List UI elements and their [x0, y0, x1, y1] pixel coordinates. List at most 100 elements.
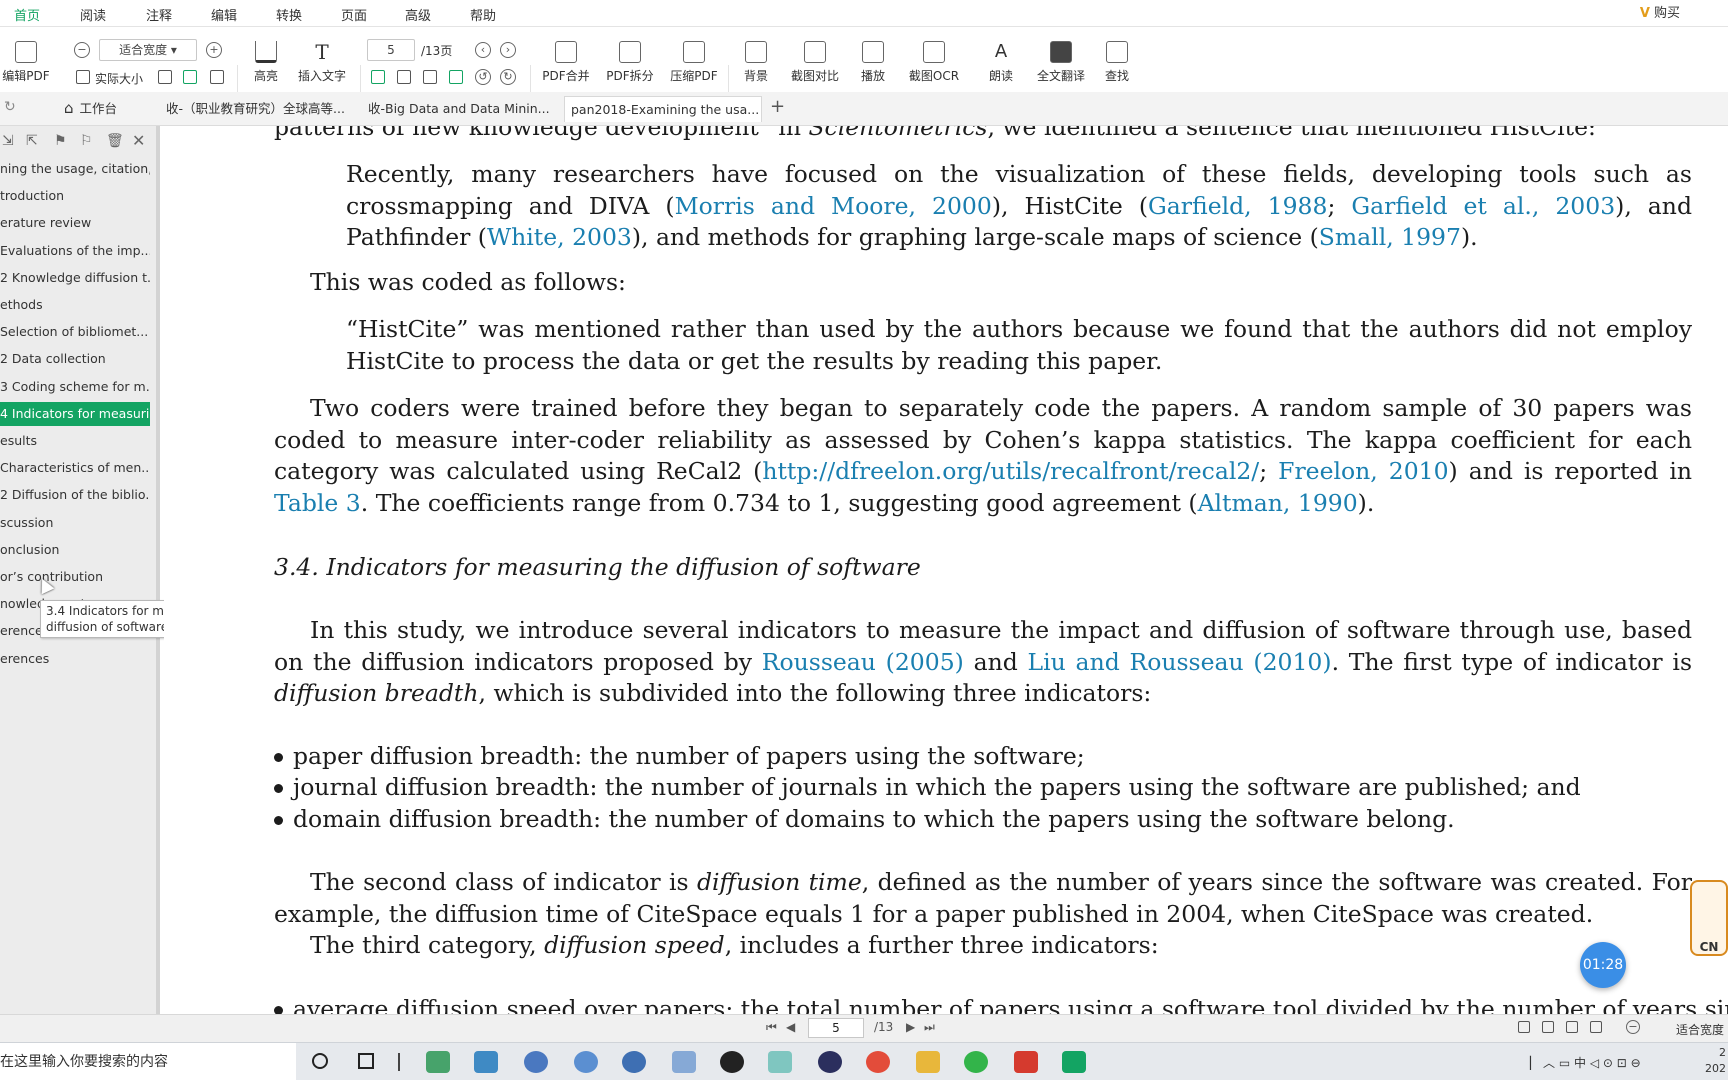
zoom-mode-select[interactable]: 适合宽度 ▾ [99, 39, 197, 61]
refresh-icon[interactable]: ↻ [4, 99, 16, 115]
play-button[interactable]: 播放 [856, 41, 890, 84]
tab-workbench[interactable]: ⌂ 工作台 [58, 96, 158, 122]
outline-item[interactable]: 2 Data collection [0, 347, 150, 371]
outline-item[interactable]: esults [0, 429, 150, 453]
cortana-icon[interactable] [312, 1053, 328, 1069]
compress-pdf-button[interactable]: 压缩PDF [668, 41, 720, 84]
wps-icon[interactable] [1014, 1051, 1038, 1073]
next-page-icon[interactable]: › [500, 42, 516, 58]
book-view-icon[interactable] [1590, 1021, 1602, 1033]
new-tab-icon[interactable]: + [770, 96, 785, 117]
insert-text-button[interactable]: T 插入文字 [296, 41, 348, 84]
scroll-icon[interactable] [449, 70, 463, 84]
recording-timer[interactable]: 01:28 [1580, 942, 1626, 988]
rotate-left-icon[interactable]: ↺ [475, 69, 491, 85]
collapse-icon[interactable]: ⇱ [26, 133, 38, 149]
citation-link[interactable]: Small, 1997 [1319, 223, 1461, 251]
pdf-merge-button[interactable]: PDF合并 [540, 41, 592, 84]
outline-item[interactable]: ethods [0, 293, 150, 317]
menu-advanced[interactable]: 高级 [405, 5, 431, 24]
menu-annotate[interactable]: 注释 [146, 5, 172, 24]
eclipse-icon[interactable] [818, 1051, 842, 1073]
task-view-icon[interactable] [358, 1053, 374, 1069]
app-icon[interactable] [672, 1051, 696, 1073]
tab-document-3[interactable]: pan2018-Examining the usa... [564, 96, 762, 122]
outline-item[interactable]: erences [0, 647, 150, 671]
first-page-icon[interactable]: ⏮ [766, 1020, 777, 1035]
outline-item[interactable]: Evaluations of the imp... [0, 239, 150, 263]
file-explorer-icon[interactable] [916, 1051, 940, 1073]
read-aloud-button[interactable]: A 朗读 [982, 41, 1020, 84]
menu-home[interactable]: 首页 [14, 5, 41, 29]
url-link[interactable]: http://dfreelon.org/utils/recalfront/rec… [762, 457, 1259, 485]
chrome-icon[interactable] [866, 1051, 890, 1073]
outline-item[interactable]: 3 Coding scheme for m... [0, 375, 150, 399]
app-icon[interactable] [622, 1051, 646, 1073]
menu-edit[interactable]: 编辑 [211, 5, 237, 24]
bookmark-icon[interactable]: ⚑ [54, 133, 67, 149]
screenshot-ocr-button[interactable]: 截图OCR [904, 41, 964, 84]
pdf-app-icon[interactable] [1062, 1051, 1086, 1073]
prev-page-icon[interactable]: ‹ [475, 42, 491, 58]
actual-size-button[interactable]: 实际大小 [95, 70, 143, 87]
buy-button[interactable]: V 购买 [1640, 2, 1680, 21]
page-number-input[interactable]: 5 [367, 39, 415, 61]
full-translate-button[interactable]: 全文翻译 [1034, 41, 1088, 84]
two-page-icon[interactable] [397, 70, 411, 84]
citation-link[interactable]: Liu and Rousseau (2010) [1028, 648, 1332, 676]
tab-document-1[interactable]: 收-（职业教育研究）全球高等... [160, 96, 360, 122]
close-icon[interactable]: ✕ [132, 131, 145, 150]
continuous-view-icon[interactable] [1566, 1021, 1578, 1033]
fit-page-icon[interactable] [158, 70, 172, 84]
citation-link[interactable]: White, 2003 [487, 223, 632, 251]
expand-icon[interactable]: ⇲ [2, 133, 14, 149]
outline-item[interactable]: Characteristics of men... [0, 456, 150, 480]
citation-link[interactable]: Garfield, 1988 [1148, 192, 1327, 220]
table-link[interactable]: Table 3 [274, 489, 361, 517]
zoom-out-icon[interactable]: − [74, 42, 90, 58]
language-badge[interactable]: CN [1690, 880, 1728, 956]
screenshot-compare-button[interactable]: 截图对比 [788, 41, 842, 84]
double-view-icon[interactable] [1542, 1021, 1554, 1033]
find-button[interactable]: 查找 [1100, 41, 1134, 84]
wechat-icon[interactable] [964, 1051, 988, 1073]
outline-item[interactable]: ning the usage, citation,... [0, 157, 150, 181]
qq-icon[interactable] [720, 1051, 744, 1073]
outline-item[interactable]: Selection of bibliomet... [0, 320, 150, 344]
outline-item[interactable]: 2 Knowledge diffusion t... [0, 266, 150, 290]
zoom-in-icon[interactable]: + [206, 42, 222, 58]
rotate-right-icon[interactable]: ↻ [500, 69, 516, 85]
citation-link[interactable]: Rousseau (2005) [762, 648, 964, 676]
continuous-icon[interactable] [423, 70, 437, 84]
highlight-button[interactable]: 高亮 [246, 41, 286, 84]
background-button[interactable]: 背景 [738, 41, 774, 84]
app-icon[interactable] [426, 1051, 450, 1073]
citation-link[interactable]: Altman, 1990 [1198, 489, 1358, 517]
outline-item[interactable]: 4 Indicators for measuri... [0, 401, 150, 426]
status-page-input[interactable]: 5 [808, 1018, 864, 1038]
single-view-icon[interactable] [1518, 1021, 1530, 1033]
tray-icons[interactable]: ▏ ︿ ▭ 中 ◁ ⊙ ⊡ ⊖ [1530, 1054, 1641, 1071]
app-icon[interactable] [574, 1051, 598, 1073]
status-zoom-select[interactable]: 适合宽度 [1676, 1021, 1724, 1038]
app-icon[interactable] [524, 1051, 548, 1073]
outline-item[interactable]: or’s contribution [0, 565, 150, 589]
text-select-icon[interactable] [210, 70, 224, 84]
app-icon[interactable] [474, 1051, 498, 1073]
fit-width-icon[interactable] [183, 70, 197, 84]
outline-item[interactable]: troduction [0, 184, 150, 208]
outline-item[interactable]: 2 Diffusion of the biblio... [0, 483, 150, 507]
menu-read[interactable]: 阅读 [80, 5, 106, 24]
prev-page-icon[interactable]: ◀ [786, 1020, 795, 1034]
menu-convert[interactable]: 转换 [276, 5, 302, 24]
outline-item[interactable]: onclusion [0, 538, 150, 562]
citation-link[interactable]: Morris and Moore, 2000 [675, 192, 992, 220]
next-page-icon[interactable]: ▶ [906, 1020, 915, 1034]
edit-pdf-button[interactable]: 编辑PDF [2, 41, 50, 84]
pdf-split-button[interactable]: PDF拆分 [604, 41, 656, 84]
document-viewer[interactable]: patterns of new knowledge development” i… [164, 126, 1728, 1014]
system-clock[interactable]: 2 202 [1705, 1045, 1726, 1077]
last-page-icon[interactable]: ⏭ [924, 1020, 935, 1035]
outline-item[interactable]: scussion [0, 511, 150, 535]
outline-item[interactable]: erature review [0, 211, 150, 235]
